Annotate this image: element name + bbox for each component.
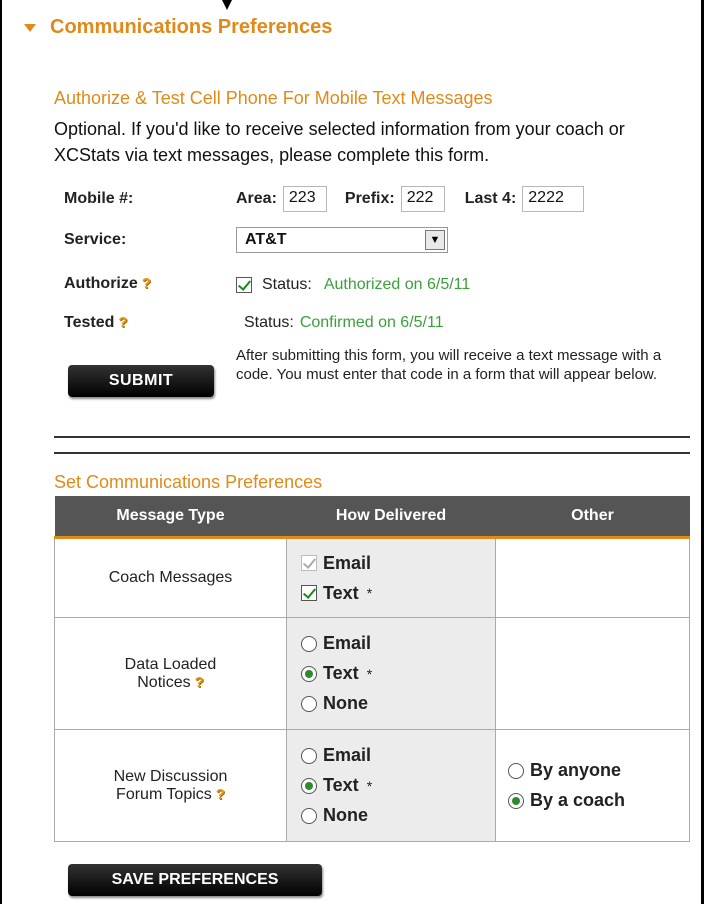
preferences-table: Message Type How Delivered Other Coach M… bbox=[54, 496, 690, 842]
area-label: Area: bbox=[236, 190, 277, 207]
submit-note: After submitting this form, you will rec… bbox=[236, 347, 662, 383]
help-question-icon[interactable]: ? bbox=[216, 786, 225, 803]
text-radio[interactable] bbox=[301, 777, 317, 794]
option-label: Email bbox=[323, 745, 372, 765]
message-type-cell: Coach Messages bbox=[54, 537, 287, 618]
other-option[interactable]: By a coach bbox=[508, 786, 689, 816]
option-label: By a coach bbox=[530, 790, 626, 810]
email-checkbox bbox=[301, 555, 317, 571]
last4-label: Last 4: bbox=[464, 190, 517, 207]
divider bbox=[54, 452, 690, 454]
service-select[interactable]: AT&T ▼ bbox=[236, 227, 448, 253]
delivery-option[interactable]: None bbox=[301, 689, 495, 719]
authorize-status-label: Status: bbox=[262, 276, 312, 293]
delivery-option[interactable]: Text * bbox=[301, 659, 495, 689]
none-radio[interactable] bbox=[301, 695, 317, 712]
text-checkbox[interactable] bbox=[301, 585, 317, 601]
message-type-label: Coach Messages bbox=[108, 569, 233, 586]
message-type-label: Forum Topics bbox=[116, 785, 212, 803]
required-star: * bbox=[366, 585, 373, 601]
required-star: * bbox=[366, 777, 373, 794]
message-type-label: New Discussion bbox=[113, 767, 228, 785]
required-star: * bbox=[366, 665, 373, 682]
tested-row-label: Tested? bbox=[64, 314, 128, 332]
area-input[interactable]: 223 bbox=[282, 186, 327, 212]
divider bbox=[54, 436, 690, 438]
phone-intro: Optional. If you'd like to receive selec… bbox=[54, 119, 625, 165]
section-title: Communications Preferences bbox=[50, 16, 333, 38]
header-other: Other bbox=[495, 496, 690, 539]
last4-input[interactable]: 2222 bbox=[522, 186, 585, 212]
caret-down-icon[interactable] bbox=[24, 23, 36, 32]
delivery-cell: Email Text * None bbox=[286, 729, 496, 842]
mobile-fields: Area: 223 Prefix: 222 Last 4: 2222 bbox=[236, 186, 585, 212]
help-question-icon[interactable]: ? bbox=[142, 275, 151, 292]
option-label: Email bbox=[323, 552, 372, 573]
submit-button[interactable]: SUBMIT bbox=[68, 365, 214, 397]
delivery-option[interactable]: Email bbox=[301, 629, 495, 659]
message-type-line: Notices? bbox=[55, 674, 286, 692]
by-coach-radio[interactable] bbox=[508, 792, 524, 809]
option-label: None bbox=[323, 693, 368, 713]
authorize-checkbox[interactable] bbox=[236, 277, 252, 293]
service-label: Service: bbox=[64, 231, 127, 248]
option-label: None bbox=[323, 805, 368, 825]
delivery-cell: Email Text * bbox=[286, 537, 496, 618]
prefs-subtitle: Set Communications Preferences bbox=[54, 472, 323, 492]
by-anyone-radio[interactable] bbox=[508, 762, 524, 779]
authorize-label: Authorize bbox=[64, 275, 138, 292]
help-question-icon[interactable]: ? bbox=[195, 674, 204, 691]
option-label: Text bbox=[323, 663, 359, 683]
other-option[interactable]: By anyone bbox=[508, 756, 689, 786]
email-radio[interactable] bbox=[301, 635, 317, 652]
option-label: Text bbox=[323, 775, 359, 795]
other-cell bbox=[495, 537, 690, 618]
message-type-line: Forum Topics? bbox=[55, 786, 286, 804]
other-cell bbox=[495, 617, 690, 730]
delivery-option[interactable]: None bbox=[301, 801, 495, 831]
option-label: Email bbox=[323, 633, 372, 653]
tested-status: Status: Confirmed on 6/5/11 bbox=[244, 314, 444, 332]
delivery-cell: Email Text * None bbox=[286, 617, 496, 730]
tested-label: Tested bbox=[64, 314, 115, 331]
message-type-label: Data Loaded bbox=[124, 655, 217, 673]
pointer-arrow-icon bbox=[222, 0, 232, 10]
authorize-row-label: Authorize? bbox=[64, 275, 151, 293]
prefix-input[interactable]: 222 bbox=[400, 186, 445, 212]
header-message-type: Message Type bbox=[54, 496, 287, 539]
save-preferences-button[interactable]: SAVE PREFERENCES bbox=[68, 864, 322, 896]
prefix-label: Prefix: bbox=[344, 190, 395, 207]
email-radio[interactable] bbox=[301, 747, 317, 764]
header-how-delivered: How Delivered bbox=[286, 496, 496, 539]
service-value: AT&T bbox=[245, 231, 287, 248]
phone-subtitle: Authorize & Test Cell Phone For Mobile T… bbox=[54, 88, 493, 108]
message-type-label: Notices bbox=[137, 673, 191, 691]
mobile-label: Mobile #: bbox=[64, 190, 134, 207]
tested-status-value: Confirmed on 6/5/11 bbox=[299, 314, 444, 331]
chevron-down-icon[interactable]: ▼ bbox=[425, 230, 445, 250]
none-radio[interactable] bbox=[301, 807, 317, 824]
option-label: Text bbox=[323, 582, 359, 603]
table-row: Data Loaded Notices? Email Text * None bbox=[54, 617, 690, 730]
delivery-option[interactable]: Text * bbox=[301, 578, 495, 608]
help-question-icon[interactable]: ? bbox=[118, 314, 127, 331]
text-radio[interactable] bbox=[301, 665, 317, 682]
table-row: New Discussion Forum Topics? Email Text *… bbox=[54, 729, 690, 842]
delivery-option[interactable]: Email bbox=[301, 548, 495, 578]
option-label: By anyone bbox=[530, 760, 622, 780]
message-type-cell: New Discussion Forum Topics? bbox=[54, 729, 287, 842]
tested-status-label: Status: bbox=[244, 314, 294, 331]
message-type-cell: Data Loaded Notices? bbox=[54, 617, 287, 730]
authorize-status-value: Authorized on 6/5/11 bbox=[323, 276, 471, 293]
other-cell: By anyone By a coach bbox=[495, 729, 690, 842]
table-row: Coach Messages Email Text * bbox=[54, 537, 690, 618]
section-header[interactable]: Communications Preferences bbox=[24, 16, 332, 39]
delivery-option[interactable]: Email bbox=[301, 741, 495, 771]
delivery-option[interactable]: Text * bbox=[301, 771, 495, 801]
authorize-status: Status: Authorized on 6/5/11 bbox=[236, 276, 470, 294]
table-header-row: Message Type How Delivered Other bbox=[54, 496, 690, 539]
